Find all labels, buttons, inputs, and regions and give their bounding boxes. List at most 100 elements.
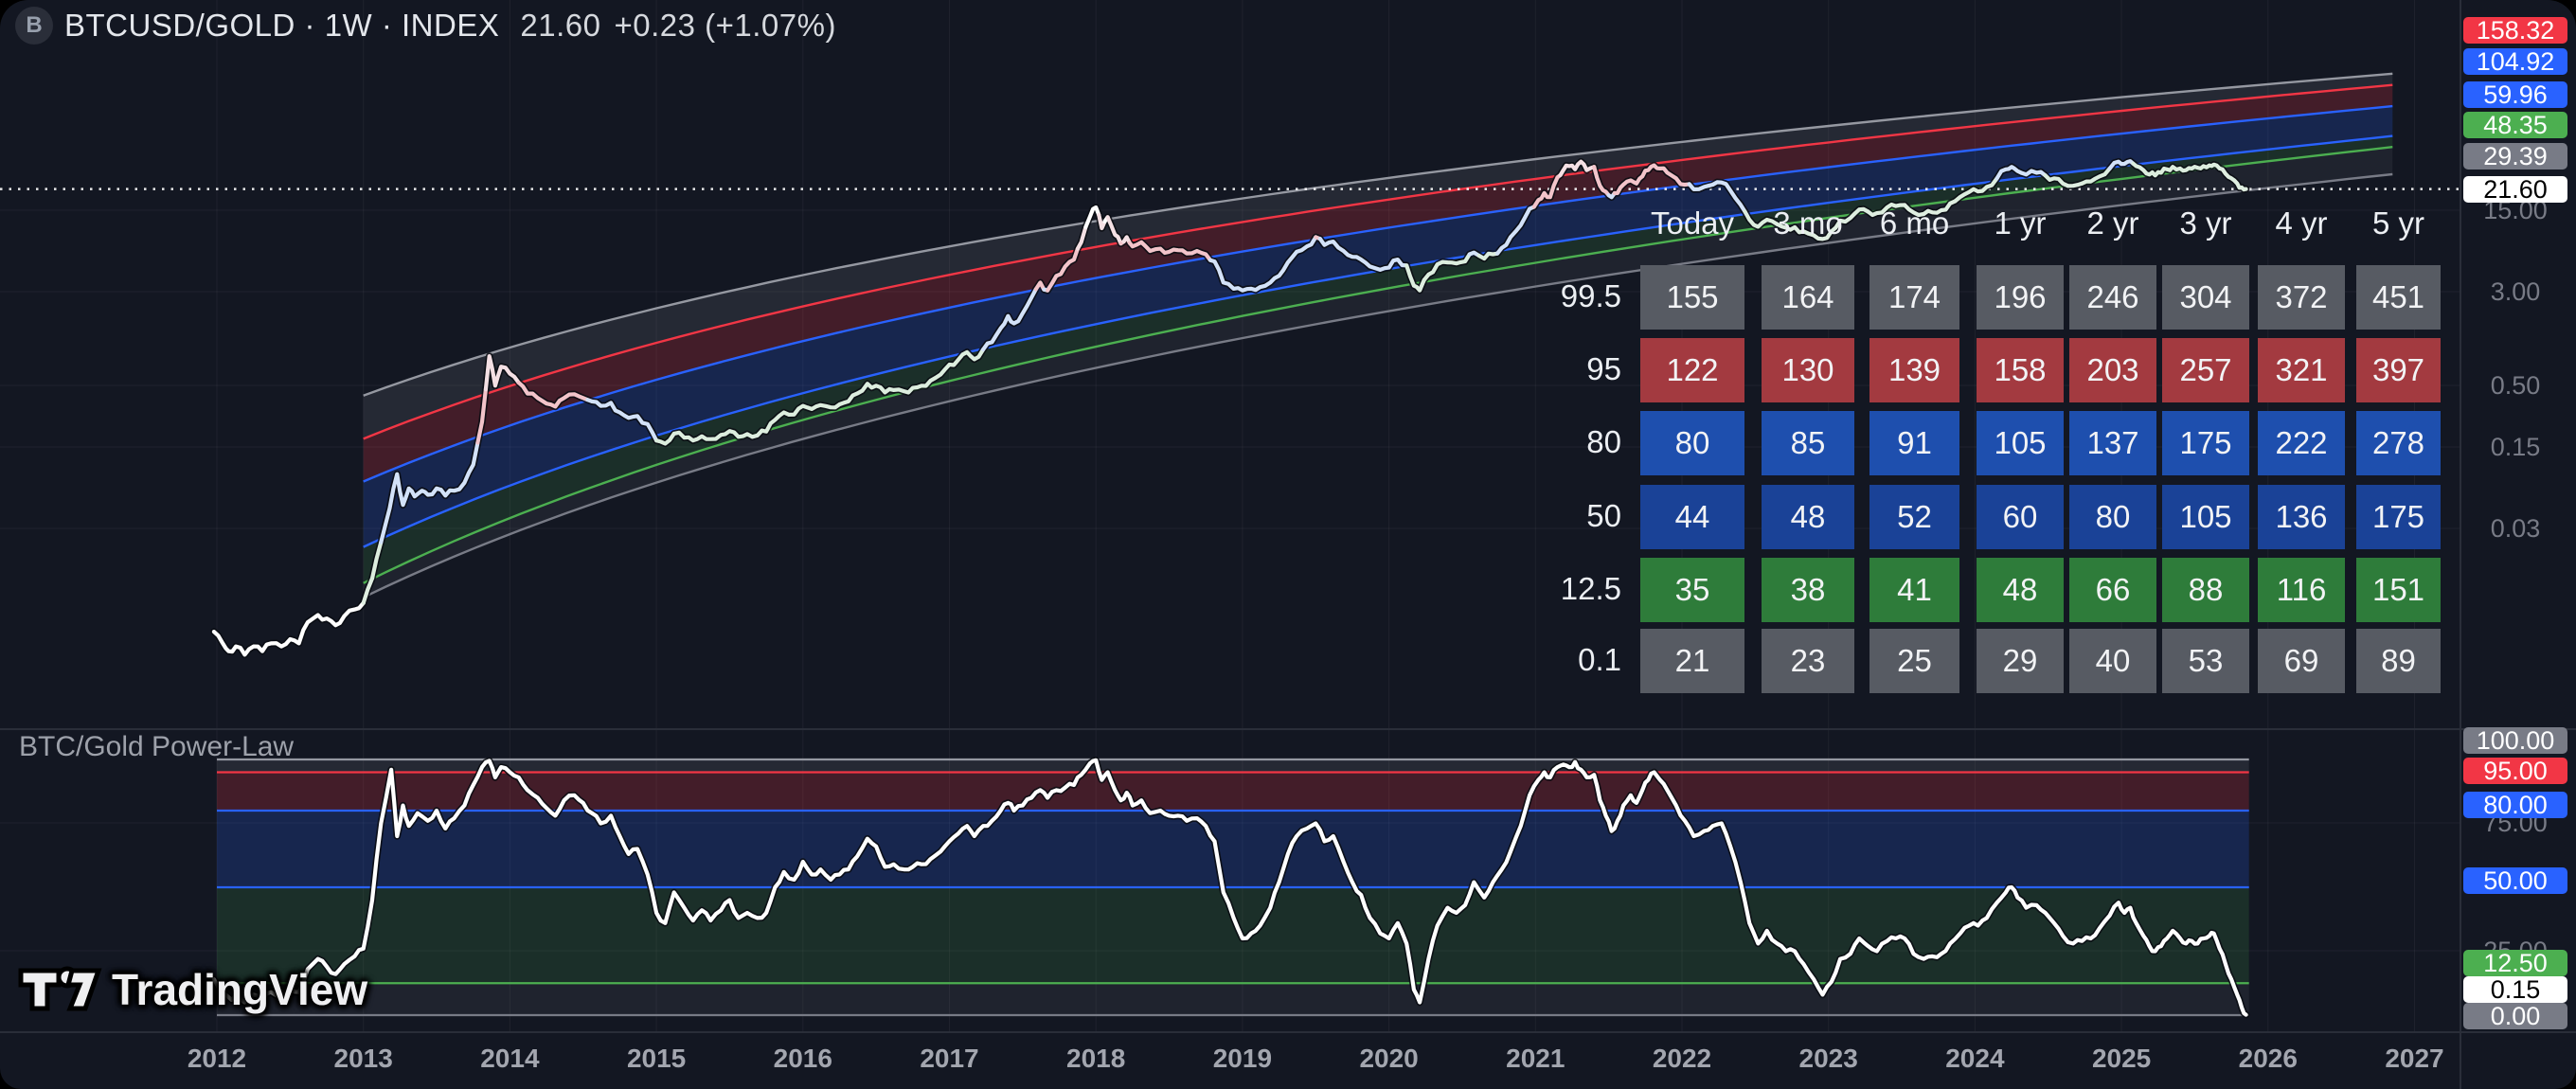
time-axis-year-label: 2024 [1918, 1044, 2031, 1074]
table-row-label: 80 [1508, 424, 1621, 460]
indicator-title[interactable]: BTC/Gold Power-Law [19, 731, 294, 763]
symbol-header: B BTCUSD/GOLD · 1W · INDEX 21.60 +0.23 (… [15, 7, 836, 45]
table-cell: 175 [2162, 411, 2249, 475]
table-cell: 41 [1869, 558, 1959, 622]
time-axis-year-label: 2014 [453, 1044, 566, 1074]
table-cell: 155 [1640, 265, 1744, 330]
tradingview-watermark: TradingView [17, 964, 367, 1015]
osc-band-fill-100 [217, 759, 2249, 773]
time-axis-year-label: 2018 [1039, 1044, 1153, 1074]
table-column-header: 6 mo [1858, 205, 1972, 241]
table-row-label: 99.5 [1508, 278, 1621, 314]
time-axis-year-label: 2022 [1625, 1044, 1739, 1074]
table-cell: 196 [1977, 265, 2064, 330]
table-column-header: Today [1636, 205, 1749, 241]
table-cell: 60 [1977, 485, 2064, 549]
table-cell: 35 [1640, 558, 1744, 622]
table-cell: 23 [1762, 629, 1854, 693]
table-cell: 38 [1762, 558, 1854, 622]
table-cell: 53 [2162, 629, 2249, 693]
table-column-header: 3 mo [1751, 205, 1865, 241]
table-cell: 85 [1762, 411, 1854, 475]
table-cell: 139 [1869, 338, 1959, 402]
table-cell: 105 [1977, 411, 2064, 475]
tradingview-chart-window: B BTCUSD/GOLD · 1W · INDEX 21.60 +0.23 (… [0, 0, 2576, 1089]
table-cell: 66 [2069, 558, 2156, 622]
table-cell: 257 [2162, 338, 2249, 402]
table-cell: 21 [1640, 629, 1744, 693]
table-cell: 48 [1762, 485, 1854, 549]
table-cell: 116 [2258, 558, 2345, 622]
time-axis-year-label: 2027 [2358, 1044, 2472, 1074]
symbol-logo-icon[interactable]: B [15, 7, 53, 45]
table-cell: 151 [2356, 558, 2441, 622]
price-axis-label: 95.00 [2463, 758, 2567, 784]
table-cell: 451 [2356, 265, 2441, 330]
price-axis-label: 29.39 [2463, 143, 2567, 170]
table-row-label: 50 [1508, 498, 1621, 534]
table-cell: 222 [2258, 411, 2345, 475]
table-cell: 174 [1869, 265, 1959, 330]
time-axis-year-label: 2026 [2211, 1044, 2325, 1074]
table-cell: 40 [2069, 629, 2156, 693]
tradingview-logo-icon [17, 965, 104, 1014]
price-line-segment [214, 603, 364, 655]
osc-band-fill-80 [217, 811, 2249, 887]
table-cell: 48 [1977, 558, 2064, 622]
time-axis-year-label: 2017 [893, 1044, 1007, 1074]
price-axis-label: 104.92 [2463, 48, 2567, 75]
price-axis-label: 100.00 [2463, 727, 2567, 754]
price-axis-tick: 0.15 [2463, 434, 2567, 460]
price-axis-label: 50.00 [2463, 867, 2567, 894]
price-axis-label: 80.00 [2463, 792, 2567, 818]
time-axis-year-label: 2025 [2065, 1044, 2178, 1074]
table-cell: 246 [2069, 265, 2156, 330]
table-cell: 89 [2356, 629, 2441, 693]
table-cell: 69 [2258, 629, 2345, 693]
table-cell: 372 [2258, 265, 2345, 330]
table-row-label: 12.5 [1508, 571, 1621, 607]
price-axis-label: 0.15 [2463, 976, 2567, 1003]
table-cell: 105 [2162, 485, 2249, 549]
table-column-header: 5 yr [2342, 205, 2456, 241]
price-axis-label: 59.96 [2463, 81, 2567, 108]
price-axis-label: 48.35 [2463, 112, 2567, 138]
table-cell: 25 [1869, 629, 1959, 693]
price-axis-label: 158.32 [2463, 17, 2567, 44]
table-cell: 137 [2069, 411, 2156, 475]
last-price: 21.60 [520, 8, 600, 44]
price-change: +0.23 (+1.07%) [614, 8, 836, 44]
price-axis-label: 21.60 [2463, 176, 2567, 203]
table-cell: 304 [2162, 265, 2249, 330]
table-cell: 175 [2356, 485, 2441, 549]
osc-band-fill-50 [217, 887, 2249, 983]
oscillator-bands [217, 759, 2249, 1015]
table-cell: 158 [1977, 338, 2064, 402]
watermark-text: TradingView [112, 964, 367, 1015]
price-axis-label: 0.00 [2463, 1003, 2567, 1029]
price-axis-tick: 0.03 [2463, 515, 2567, 542]
table-cell: 80 [2069, 485, 2156, 549]
table-cell: 88 [2162, 558, 2249, 622]
table-cell: 203 [2069, 338, 2156, 402]
table-cell: 164 [1762, 265, 1854, 330]
table-cell: 136 [2258, 485, 2345, 549]
symbol-title[interactable]: BTCUSD/GOLD · 1W · INDEX [64, 8, 499, 44]
time-axis-year-label: 2023 [1772, 1044, 1886, 1074]
table-cell: 91 [1869, 411, 1959, 475]
time-axis-year-label: 2021 [1478, 1044, 1592, 1074]
table-cell: 130 [1762, 338, 1854, 402]
osc-band-fill-12.5 [217, 983, 2249, 1015]
table-cell: 52 [1869, 485, 1959, 549]
table-cell: 80 [1640, 411, 1744, 475]
time-axis-year-label: 2019 [1186, 1044, 1299, 1074]
price-line-segment [2068, 184, 2083, 187]
time-axis-year-label: 2015 [599, 1044, 713, 1074]
price-axis-tick: 3.00 [2463, 278, 2567, 305]
table-cell: 122 [1640, 338, 1744, 402]
price-axis-tick: 0.50 [2463, 372, 2567, 399]
time-axis-year-label: 2016 [746, 1044, 860, 1074]
table-cell: 44 [1640, 485, 1744, 549]
table-row-label: 95 [1508, 351, 1621, 387]
time-axis-year-label: 2013 [307, 1044, 420, 1074]
